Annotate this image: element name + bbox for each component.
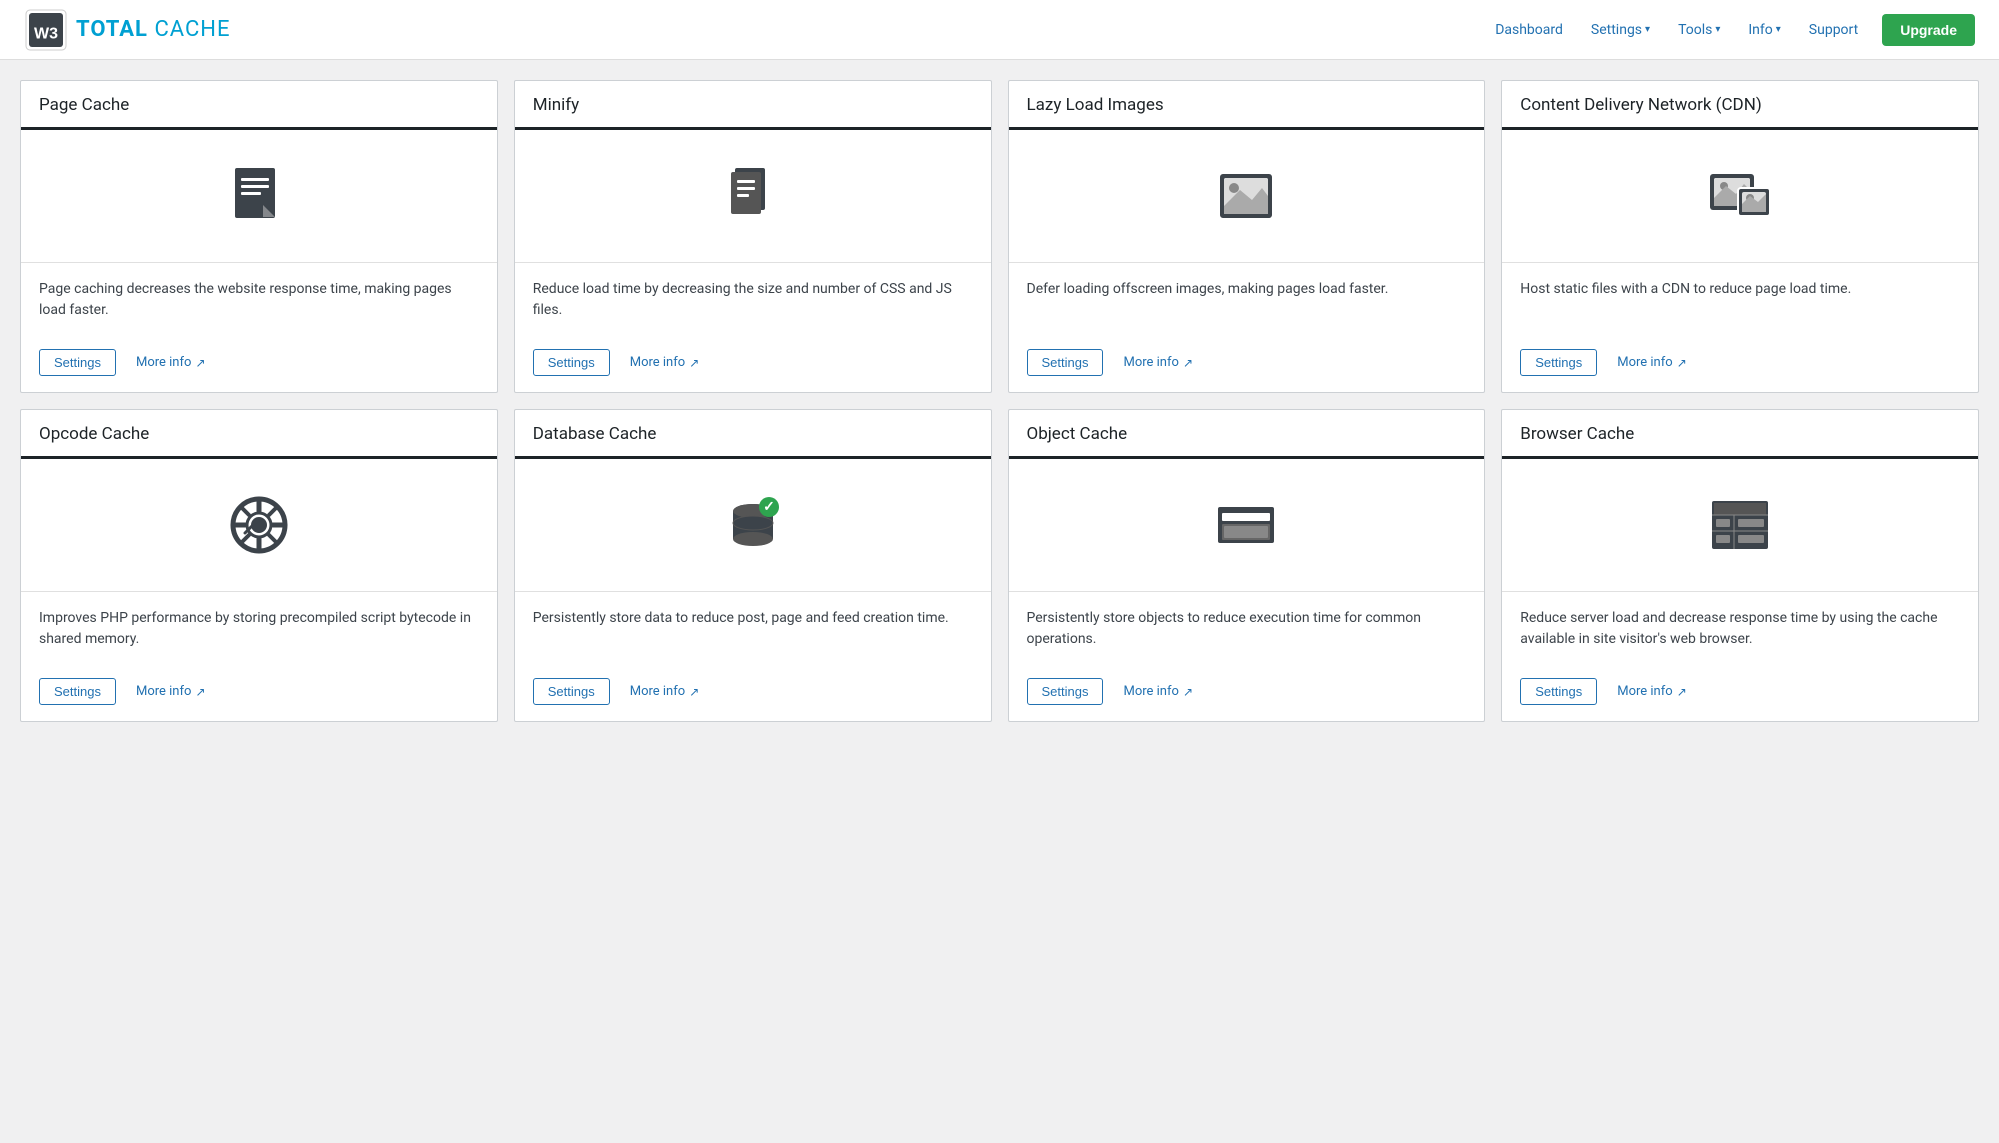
card-title-browser-cache: Browser Cache (1502, 410, 1978, 459)
svg-text:W3: W3 (34, 25, 58, 42)
card-title-lazy-load: Lazy Load Images (1009, 81, 1485, 130)
card-footer-lazy-load: Settings More info ↗ (1009, 337, 1485, 392)
card-icon-area-lazy-load (1009, 130, 1485, 263)
settings-button-minify[interactable]: Settings (533, 349, 610, 376)
tools-chevron-icon: ▾ (1715, 24, 1720, 35)
feature-grid: Page Cache Page caching decreases the we… (20, 80, 1979, 722)
lazy-load-icon (1210, 160, 1282, 232)
card-icon-area-page-cache (21, 130, 497, 263)
logo: W3 TOTAL CACHE (24, 8, 231, 52)
settings-button-cdn[interactable]: Settings (1520, 349, 1597, 376)
settings-button-page-cache[interactable]: Settings (39, 349, 116, 376)
more-info-link-database-cache[interactable]: More info ↗ (630, 684, 700, 699)
card-icon-area-object-cache (1009, 459, 1485, 592)
card-footer-opcode-cache: Settings More info ↗ (21, 666, 497, 721)
settings-chevron-icon: ▾ (1645, 24, 1650, 35)
object-icon (1210, 489, 1282, 561)
card-icon-area-minify (515, 130, 991, 263)
card-footer-database-cache: Settings More info ↗ (515, 666, 991, 721)
external-link-icon-object-cache: ↗ (1183, 685, 1193, 699)
card-description-opcode-cache: Improves PHP performance by storing prec… (21, 592, 497, 666)
svg-text:✓: ✓ (763, 499, 775, 515)
nav-info[interactable]: Info ▾ (1736, 16, 1792, 44)
external-link-icon-browser-cache: ↗ (1677, 685, 1687, 699)
card-minify: Minify Reduce load time by decreasing th… (514, 80, 992, 393)
more-info-link-cdn[interactable]: More info ↗ (1617, 355, 1687, 370)
main-content: Page Cache Page caching decreases the we… (0, 60, 1999, 742)
card-footer-object-cache: Settings More info ↗ (1009, 666, 1485, 721)
opcode-icon (223, 489, 295, 561)
card-icon-area-opcode-cache (21, 459, 497, 592)
card-icon-area-cdn (1502, 130, 1978, 263)
card-description-database-cache: Persistently store data to reduce post, … (515, 592, 991, 666)
card-description-page-cache: Page caching decreases the website respo… (21, 263, 497, 337)
card-title-opcode-cache: Opcode Cache (21, 410, 497, 459)
nav-tools[interactable]: Tools ▾ (1666, 16, 1732, 44)
card-description-minify: Reduce load time by decreasing the size … (515, 263, 991, 337)
external-link-icon-lazy-load: ↗ (1183, 356, 1193, 370)
more-info-link-page-cache[interactable]: More info ↗ (136, 355, 206, 370)
minify-icon (717, 160, 789, 232)
card-description-browser-cache: Reduce server load and decrease response… (1502, 592, 1978, 666)
external-link-icon-database-cache: ↗ (689, 685, 699, 699)
settings-button-opcode-cache[interactable]: Settings (39, 678, 116, 705)
external-link-icon-page-cache: ↗ (195, 356, 205, 370)
card-object-cache: Object Cache Persistently store objects … (1008, 409, 1486, 722)
external-link-icon-opcode-cache: ↗ (195, 685, 205, 699)
more-info-link-browser-cache[interactable]: More info ↗ (1617, 684, 1687, 699)
brand-name: TOTAL CACHE (76, 17, 231, 42)
nav-support[interactable]: Support (1797, 16, 1870, 44)
database-icon: ✓ (717, 489, 789, 561)
settings-button-browser-cache[interactable]: Settings (1520, 678, 1597, 705)
card-description-cdn: Host static files with a CDN to reduce p… (1502, 263, 1978, 337)
main-nav: Dashboard Settings ▾ Tools ▾ Info ▾ Supp… (1483, 14, 1975, 46)
header: W3 TOTAL CACHE Dashboard Settings ▾ Tool… (0, 0, 1999, 60)
more-info-link-minify[interactable]: More info ↗ (630, 355, 700, 370)
nav-settings[interactable]: Settings ▾ (1579, 16, 1662, 44)
logo-icon: W3 (24, 8, 68, 52)
page-cache-icon (223, 160, 295, 232)
card-page-cache: Page Cache Page caching decreases the we… (20, 80, 498, 393)
card-title-minify: Minify (515, 81, 991, 130)
card-lazy-load: Lazy Load Images Defer loading offscreen… (1008, 80, 1486, 393)
cdn-icon (1704, 160, 1776, 232)
card-title-page-cache: Page Cache (21, 81, 497, 130)
card-icon-area-database-cache: ✓ (515, 459, 991, 592)
external-link-icon-minify: ↗ (689, 356, 699, 370)
card-icon-area-browser-cache (1502, 459, 1978, 592)
card-footer-minify: Settings More info ↗ (515, 337, 991, 392)
card-title-cdn: Content Delivery Network (CDN) (1502, 81, 1978, 130)
card-title-database-cache: Database Cache (515, 410, 991, 459)
settings-button-database-cache[interactable]: Settings (533, 678, 610, 705)
nav-dashboard[interactable]: Dashboard (1483, 16, 1575, 44)
info-chevron-icon: ▾ (1776, 24, 1781, 35)
browser-icon (1704, 489, 1776, 561)
card-footer-page-cache: Settings More info ↗ (21, 337, 497, 392)
card-description-lazy-load: Defer loading offscreen images, making p… (1009, 263, 1485, 337)
card-footer-cdn: Settings More info ↗ (1502, 337, 1978, 392)
card-description-object-cache: Persistently store objects to reduce exe… (1009, 592, 1485, 666)
card-opcode-cache: Opcode Cache Improves PHP performance by… (20, 409, 498, 722)
card-title-object-cache: Object Cache (1009, 410, 1485, 459)
settings-button-lazy-load[interactable]: Settings (1027, 349, 1104, 376)
more-info-link-lazy-load[interactable]: More info ↗ (1123, 355, 1193, 370)
more-info-link-opcode-cache[interactable]: More info ↗ (136, 684, 206, 699)
card-footer-browser-cache: Settings More info ↗ (1502, 666, 1978, 721)
card-browser-cache: Browser Cache Reduce server load and dec… (1501, 409, 1979, 722)
card-database-cache: Database Cache ✓ Persistently store data… (514, 409, 992, 722)
external-link-icon-cdn: ↗ (1677, 356, 1687, 370)
settings-button-object-cache[interactable]: Settings (1027, 678, 1104, 705)
upgrade-button[interactable]: Upgrade (1882, 14, 1975, 46)
card-cdn: Content Delivery Network (CDN) Host stat… (1501, 80, 1979, 393)
more-info-link-object-cache[interactable]: More info ↗ (1123, 684, 1193, 699)
